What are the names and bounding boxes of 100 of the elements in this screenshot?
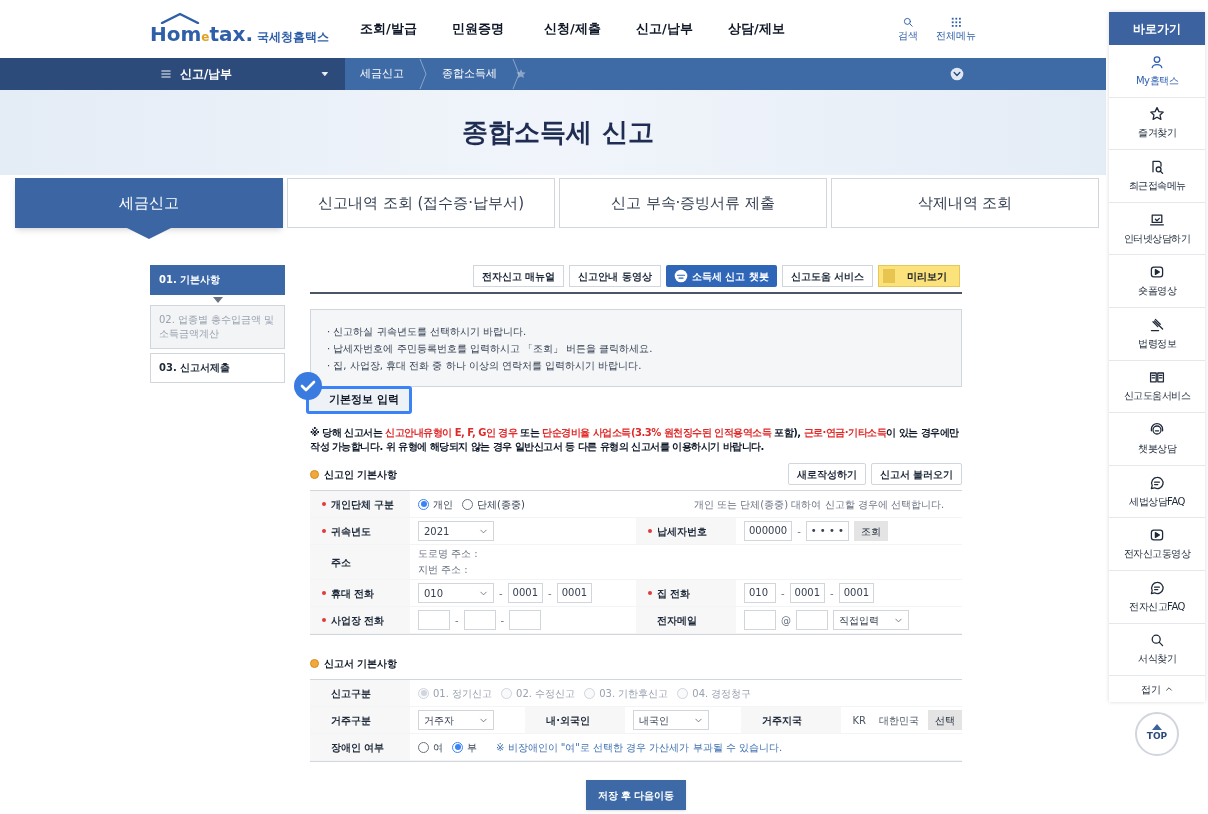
separator-text: - [797,524,801,539]
input-field[interactable] [796,610,828,630]
search-icon [902,15,914,28]
lookup-button[interactable]: 선택 [928,710,962,730]
star-icon [515,68,527,80]
chevron-up-icon [1165,685,1173,694]
quick-menu-item[interactable]: 최근접속메뉴 [1109,150,1205,203]
breadcrumb-link[interactable]: 종합소득세 [442,65,497,83]
lookup-button[interactable]: 조회 [853,521,888,541]
field-label: 귀속년도 [331,524,371,539]
notice-text: · 집, 사업장, 휴대 전화 중 하나 이상의 연락처를 입력하시기 바랍니다. [327,359,643,373]
menu-icon [160,68,172,80]
chatbot-button[interactable]: 소득세 신고 챗봇 [665,265,777,287]
notice-text: · 납세자번호에 주민등록번호를 입력하시고 「조회」 버튼을 클릭하세요. [327,342,654,356]
search-button[interactable]: 검색 [888,15,928,43]
quick-menu-item[interactable]: 챗봇상담 [1109,413,1205,466]
star-icon [1149,106,1165,123]
form-button[interactable]: 새로작성하기 [787,463,866,485]
input-field[interactable] [418,610,450,630]
radio-button[interactable]: 부 [452,739,477,755]
field-label: 전자메일 [657,613,697,628]
input-field[interactable]: 0001 [507,583,544,603]
quick-menu-item[interactable]: 세법상담FAQ [1109,465,1205,519]
quick-menu-item[interactable]: 전자신고동영상 [1109,518,1205,571]
nav-link[interactable]: 상담/제보 [728,19,820,39]
quick-menu-item[interactable]: 서식찾기 [1109,623,1205,677]
preview-icon [883,269,895,283]
bullet-icon [310,658,319,668]
quick-menu-item[interactable]: 전자신고FAQ [1109,570,1205,624]
separator-text: - [830,586,834,601]
select-field[interactable]: 010 [418,583,494,603]
tab-pointer-icon [127,228,171,239]
toolbar-button[interactable]: 신고도움 서비스 [781,265,873,287]
quick-menu-item[interactable]: 인터넷상담하기 [1109,202,1205,256]
subsection-title: 신고서 기본사항 [324,656,398,671]
fold-button[interactable]: 접기 [1109,676,1205,703]
input-field[interactable] [463,610,496,630]
caret-up-icon [1152,724,1162,731]
nav-link[interactable]: 민원증명 [452,19,544,39]
toolbar-button[interactable]: 신고안내 동영상 [569,265,661,287]
address-text: 지번 주소 : [418,563,469,577]
caret-down-icon [212,297,223,303]
select-field[interactable]: 직접입력 [833,610,909,630]
search-icon [1149,632,1165,649]
separator-text: - [455,613,459,628]
input-field[interactable]: 000000 [744,521,793,541]
breadcrumb-menu[interactable]: 신고/납부 [180,65,233,83]
preview-button[interactable]: 미리보기 [878,265,960,287]
quick-menu-item[interactable]: 숏폼영상 [1109,255,1205,308]
quick-menu-item[interactable]: 즐겨찾기 [1109,97,1205,151]
step-item[interactable]: 03. 신고서제출 [150,353,285,383]
value-text: 대한민국 [878,713,920,728]
tab[interactable]: 신고 부속·증빙서류 제출 [559,178,827,228]
headset-icon [1149,421,1165,438]
field-label: 집 전화 [657,586,691,601]
radio-button[interactable]: 개인 [418,496,453,512]
nav-link[interactable]: 조회/발급 [360,19,452,39]
top-button[interactable]: TOP [1135,712,1179,757]
grid-menu-icon [950,15,962,28]
quick-menu-title: 바로가기 [1109,12,1205,45]
select-field[interactable]: 내국인 [633,710,710,730]
breadcrumb-link[interactable]: 세금신고 [360,65,404,83]
chevron-down-circle-icon[interactable] [950,67,964,81]
step-item[interactable]: 01. 기본사항 [150,265,285,295]
select-field[interactable]: 2021 [418,521,494,541]
gavel-icon [1149,316,1165,333]
field-label: 신고구분 [331,686,371,701]
input-field[interactable]: • • • • [805,521,849,541]
all-menu-button[interactable]: 전체메뉴 [936,15,976,43]
document-search-icon [1149,159,1165,175]
select-field[interactable]: 거주자 [418,710,494,730]
input-field[interactable]: 0001 [789,583,826,603]
separator-text: - [500,613,505,628]
input-field[interactable] [509,610,542,630]
input-field[interactable]: 010 [744,583,776,603]
form-button[interactable]: 신고서 불러오기 [870,463,962,485]
input-field[interactable] [744,610,776,630]
field-label: 거주구분 [331,713,371,728]
save-next-button[interactable]: 저장 후 다음이동 [585,780,687,810]
field-label: 휴대 전화 [331,586,375,601]
page-title: 종합소득세 신고 [462,116,654,149]
chevron-right-icon [511,59,521,89]
field-label: 개인단체 구분 [331,497,395,512]
tab[interactable]: 삭제내역 조회 [831,178,1099,228]
quick-menu-item[interactable]: My홈택스 [1109,45,1205,98]
radio-button[interactable]: 단체(종중) [462,496,525,512]
quick-menu-item[interactable]: 신고도움서비스 [1109,360,1205,414]
radio-button[interactable]: 여 [418,739,443,755]
separator-text: - [781,586,785,601]
input-field[interactable]: 0001 [838,583,875,603]
nav-link[interactable]: 신청/제출 [544,19,636,39]
quick-menu-item[interactable]: 법령정보 [1109,307,1205,361]
field-label: 장애인 여부 [331,740,385,755]
tab[interactable]: 신고내역 조회 (접수증·납부서) [287,178,555,228]
logo-subtitle: 국세청홈택스 [257,28,330,46]
toolbar-button[interactable]: 전자신고 매뉴얼 [472,265,565,287]
separator-text: - [548,586,552,601]
input-field[interactable]: 0001 [556,583,593,603]
nav-link[interactable]: 신고/납부 [636,19,728,39]
field-label: 사업장 전화 [331,613,385,628]
